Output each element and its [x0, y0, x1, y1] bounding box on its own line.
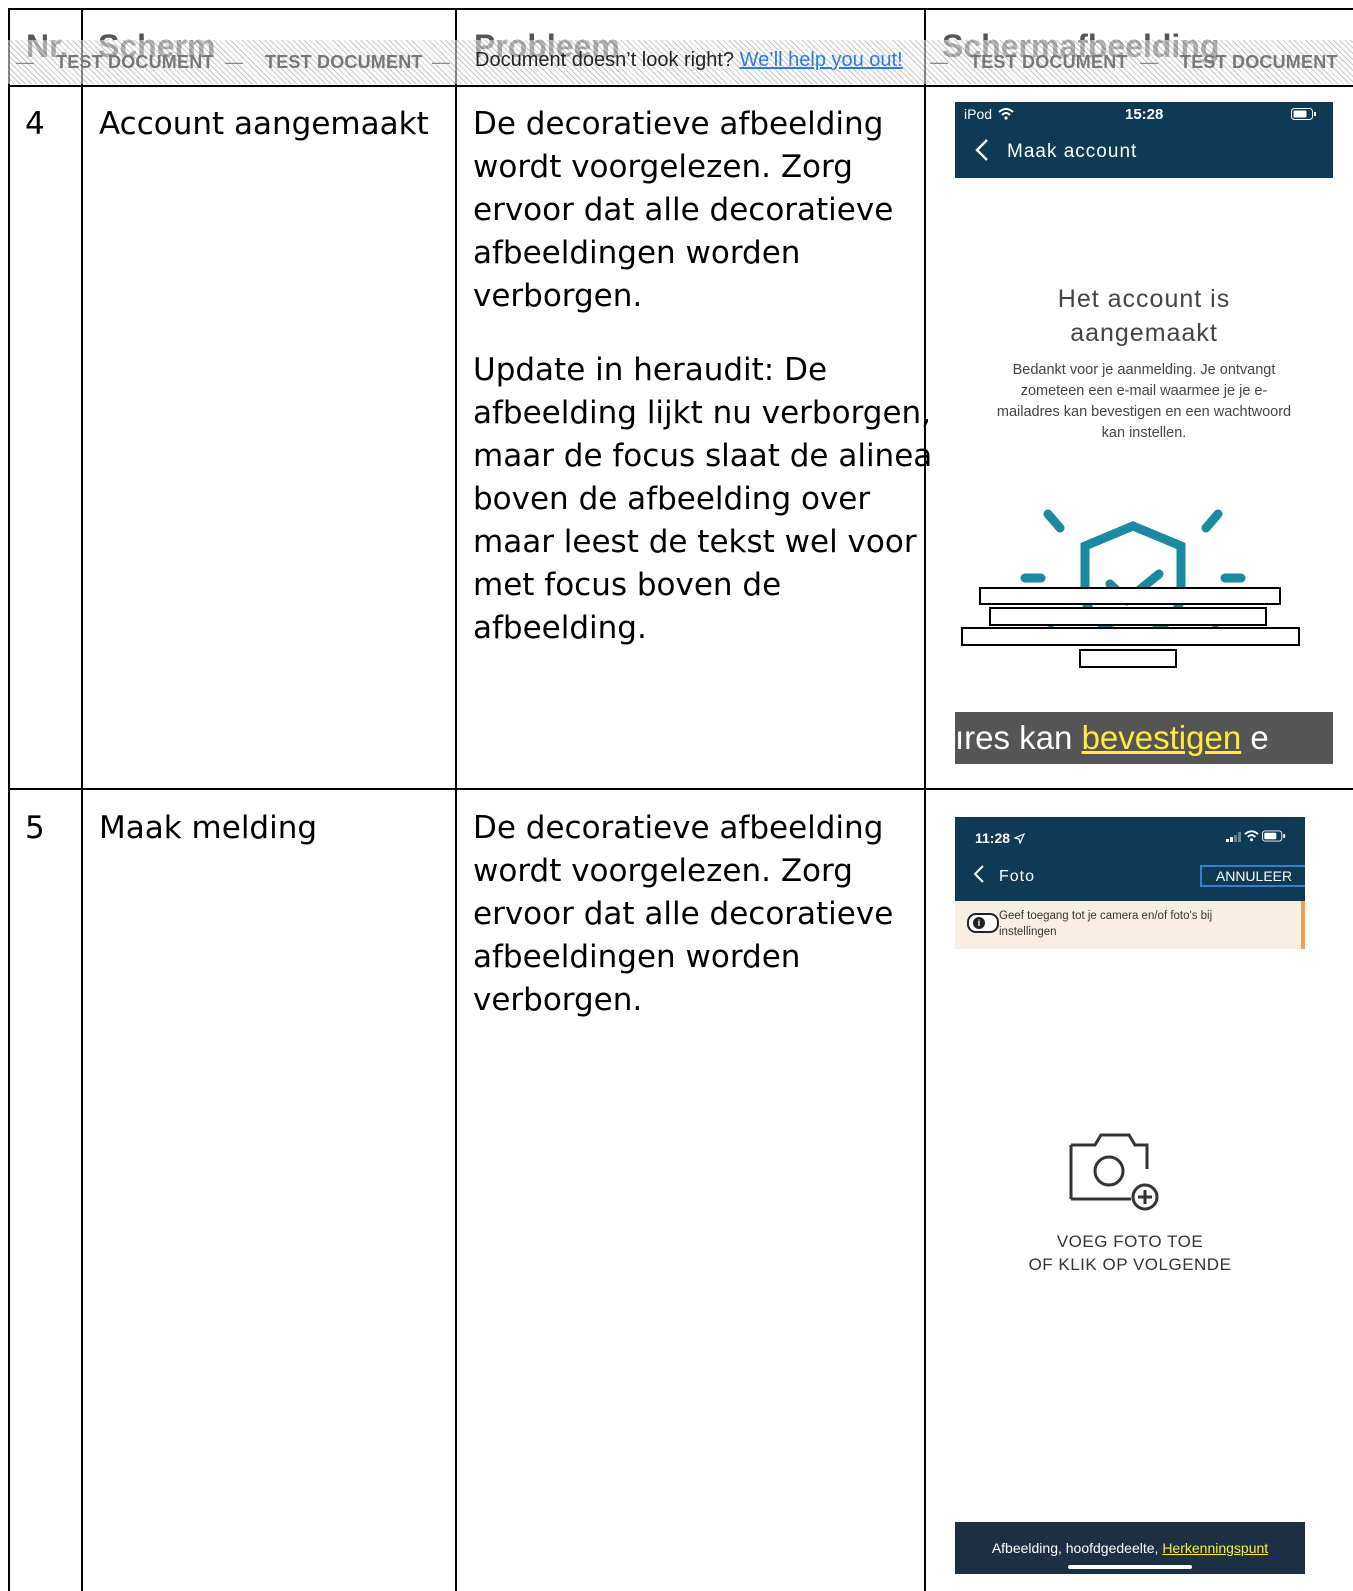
row-5-probleem: De decoratieve afbeelding wordt voorgele…: [473, 807, 893, 1022]
row-4-update: Update in heraudit: De afbeelding lijkt …: [473, 349, 932, 650]
watermark-text: TEST DOCUMENT: [265, 52, 423, 72]
banner-dash: —: [225, 52, 243, 72]
table-left-border: [8, 8, 10, 1591]
row-4-scherm: Account aangemaakt: [99, 106, 429, 142]
probleem-line: ervoor dat alle decoratieve: [473, 192, 894, 228]
body-line: kan instellen.: [1101, 425, 1187, 441]
probleem-line: afbeeldingen worden: [473, 939, 801, 975]
row-4-nr: 4: [25, 106, 45, 142]
row-5-nr: 5: [25, 810, 45, 846]
heading-line: aangemaakt: [1070, 319, 1218, 347]
device-label: iPod: [964, 106, 993, 122]
success-heading: Het account is aangemaakt: [955, 282, 1333, 350]
probleem-line: wordt voorgelezen. Zorg: [473, 853, 853, 889]
wifi-icon: [1244, 830, 1259, 842]
row-5-scherm: Maak melding: [99, 810, 318, 846]
probleem-line: verborgen.: [473, 982, 643, 1018]
probleem-line: afbeeldingen worden: [473, 235, 801, 271]
row-divider: [8, 788, 1353, 790]
update-line: afbeelding.: [473, 610, 647, 646]
back-chevron-icon[interactable]: [973, 864, 985, 884]
update-line: afbeelding lijkt nu verborgen,: [473, 395, 932, 431]
notice-text: Geef toegang tot je camera en/of foto's …: [999, 908, 1289, 940]
nav-title: Foto: [999, 868, 1036, 885]
watermark-text: TEST DOCUMENT: [970, 52, 1128, 72]
caption-text: ıres kan: [955, 719, 1082, 756]
banner-message: Document doesn’t look right? We’ll help …: [475, 49, 903, 72]
watermark-text: TEST DOCUMENT: [56, 52, 214, 72]
add-line: VOEG FOTO TOE: [1056, 1232, 1204, 1251]
nav-title: Maak account: [1007, 141, 1138, 162]
cancel-button[interactable]: ANNULEER: [1200, 865, 1305, 887]
add-photo-label: VOEG FOTO TOE OF KLIK OP VOLGENDE: [955, 1230, 1305, 1276]
body-line: Bedankt voor je aanmelding. Je ontvangt: [1012, 362, 1276, 378]
banner-dash: —: [432, 52, 450, 72]
battery-icon: [1291, 108, 1316, 120]
battery-icon: [1262, 830, 1286, 842]
info-icon-glyph: i: [973, 917, 985, 929]
info-icon: i: [967, 913, 999, 933]
add-photo-camera-icon[interactable]: [1067, 1129, 1163, 1213]
caption-text: Afbeelding, hoofdgedeelte,: [991, 1540, 1163, 1556]
heading-line: Het account is: [1057, 285, 1231, 313]
screenshot-account-created: iPod 15:28 Maak account Het account is a…: [955, 102, 1333, 776]
success-body: Bedankt voor je aanmelding. Je ontvangt …: [975, 360, 1313, 444]
status-time: 15:28: [1125, 106, 1164, 123]
watermark-text: TEST DOCUMENT: [1180, 52, 1338, 72]
column-divider-1: [81, 8, 83, 1591]
app-nav-bar: iPod 15:28 Maak account: [955, 102, 1333, 178]
body-line: zometeen een e-mail waarmee je je e-: [1020, 383, 1268, 399]
notice-line: instellingen: [999, 926, 1057, 938]
shield-checkmark-illustration: [961, 509, 1300, 668]
banner-message-text: Document doesn’t look right?: [475, 49, 735, 71]
wifi-icon: [998, 108, 1014, 120]
banner-dash: —: [16, 52, 34, 72]
body-line: mailadres kan bevestigen en een wachtwoo…: [996, 404, 1292, 420]
status-device: iPod: [964, 106, 1014, 122]
caption-highlight: bevestigen: [1081, 719, 1242, 756]
signal-icon: [1226, 832, 1241, 842]
banner-dash: —: [1140, 52, 1158, 72]
probleem-line: De decoratieve afbeelding: [473, 106, 884, 142]
caption-highlight: Herkenningspunt: [1162, 1540, 1269, 1556]
help-link[interactable]: We’ll help you out!: [740, 49, 903, 71]
banner-dash: —: [930, 52, 948, 72]
home-indicator: [1068, 1565, 1192, 1569]
update-line: met focus boven de: [473, 567, 782, 603]
update-line: maar de focus slaat de alinea: [473, 438, 933, 474]
screenshot-report-photo: 11:28 Foto ANNULEER i Geef toegang tot j…: [955, 817, 1305, 1591]
table-top-border: [8, 8, 1353, 10]
probleem-line: ervoor dat alle decoratieve: [473, 896, 894, 932]
column-divider-3: [924, 8, 926, 1591]
header-bottom-border: [8, 85, 1353, 87]
voiceover-caption: ıres kan bevestigen e: [955, 712, 1333, 764]
add-line: OF KLIK OP VOLGENDE: [1028, 1255, 1232, 1274]
probleem-line: verborgen.: [473, 278, 643, 314]
notice-line: Geef toegang tot je camera en/of foto's …: [999, 910, 1213, 922]
row-4-probleem: De decoratieve afbeelding wordt voorgele…: [473, 103, 893, 318]
location-arrow-icon: [1013, 832, 1026, 845]
back-chevron-icon[interactable]: [975, 138, 989, 162]
caption-text-end: e: [1241, 719, 1269, 756]
permission-notice: i Geef toegang tot je camera en/of foto'…: [955, 901, 1305, 949]
update-line: Update in heraudit: De: [473, 352, 828, 388]
column-divider-2: [455, 8, 457, 1591]
time-label: 11:28: [975, 830, 1011, 846]
probleem-line: wordt voorgelezen. Zorg: [473, 149, 853, 185]
update-line: boven de afbeelding over: [473, 481, 871, 517]
app-nav-bar: 11:28 Foto ANNULEER: [955, 817, 1305, 901]
probleem-line: De decoratieve afbeelding: [473, 810, 884, 846]
status-time: 11:28: [975, 830, 1026, 846]
update-line: maar leest de tekst wel voor: [473, 524, 917, 560]
